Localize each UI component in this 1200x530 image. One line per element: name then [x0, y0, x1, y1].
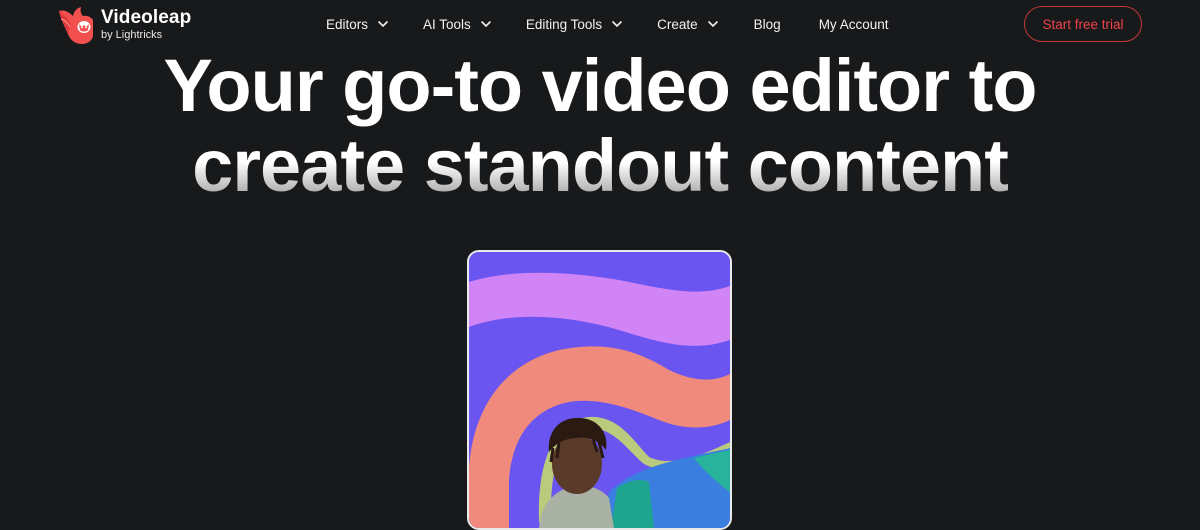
fox-logo-icon: [59, 7, 93, 44]
hero-video[interactable]: [467, 250, 732, 530]
chevron-down-icon: [707, 21, 718, 28]
main-menu: Editors AI Tools Editing Tools Create Bl…: [326, 14, 888, 34]
nav-item-label: My Account: [818, 16, 889, 32]
nav-item-label: Editing Tools: [525, 16, 603, 32]
nav-item-create[interactable]: Create: [657, 14, 719, 34]
chevron-down-icon: [378, 21, 388, 28]
hero-title: Your go-to video editor to create stando…: [0, 46, 1200, 206]
nav-item-label: AI Tools: [423, 16, 471, 32]
brand-subtitle: by Lightricks: [101, 29, 163, 41]
start-free-trial-button[interactable]: Start free trial: [1024, 6, 1142, 42]
chevron-down-icon: [612, 21, 622, 28]
hero-title-line-2: create standout content: [0, 126, 1200, 206]
brand-name: Videoleap: [101, 7, 192, 28]
nav-item-label: Blog: [753, 16, 781, 32]
nav-item-label: Editors: [326, 16, 369, 32]
video-frame-illustration: [469, 252, 730, 528]
hero-title-line-1: Your go-to video editor to: [163, 44, 1038, 127]
nav-item-blog[interactable]: Blog: [754, 14, 781, 34]
top-navigation: Videoleap by Lightricks Editors AI Tools…: [0, 0, 1200, 50]
nav-item-ai-tools[interactable]: AI Tools: [423, 14, 492, 34]
brand-logo[interactable]: Videoleap by Lightricks: [57, 5, 191, 45]
nav-item-editing-tools[interactable]: Editing Tools: [526, 14, 623, 34]
nav-item-label: Create: [657, 16, 698, 32]
nav-item-editors[interactable]: Editors: [326, 14, 389, 34]
chevron-down-icon: [481, 21, 491, 28]
nav-item-my-account[interactable]: My Account: [819, 14, 889, 34]
